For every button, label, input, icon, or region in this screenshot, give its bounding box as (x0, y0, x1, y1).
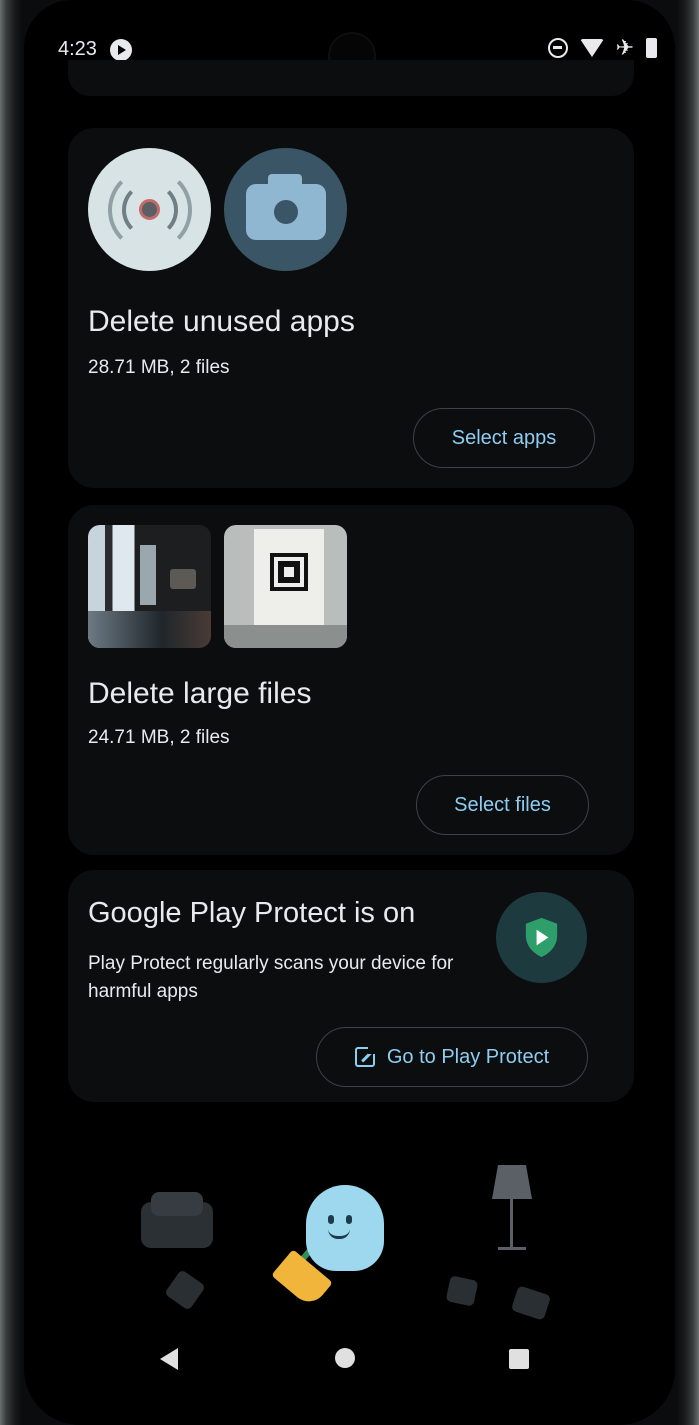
battery-icon (646, 38, 657, 58)
photo-thumbnail (224, 525, 347, 648)
home-button[interactable] (335, 1348, 355, 1368)
status-time: 4:23 (58, 38, 97, 60)
play-protect-card: Google Play Protect is on Play Protect r… (68, 870, 634, 1102)
select-files-button[interactable]: Select files (416, 775, 589, 835)
play-protect-shield-icon (496, 892, 587, 983)
card-description: Play Protect regularly scans your device… (88, 953, 454, 1002)
card-title: Delete unused apps (88, 305, 355, 338)
card-subtitle: 28.71 MB, 2 files (88, 357, 230, 378)
back-button[interactable] (160, 1348, 178, 1370)
button-label: Select files (454, 793, 551, 816)
button-label: Go to Play Protect (386, 1045, 550, 1068)
recents-button[interactable] (509, 1349, 529, 1369)
phone-frame: 4:23 ✈ Delete unused apps 28.71 MB, 2 fi… (0, 0, 699, 1425)
button-label: Select apps (451, 426, 557, 449)
open-in-new-icon (354, 1045, 377, 1067)
media-playing-icon (110, 39, 132, 61)
airplane-mode-icon: ✈ (615, 35, 634, 60)
clutter-icon (510, 1285, 552, 1321)
go-to-play-protect-button[interactable]: Go to Play Protect (316, 1027, 588, 1087)
photo-thumbnail (88, 525, 211, 648)
clutter-icon (164, 1269, 206, 1311)
status-icons: ✈ (547, 35, 657, 60)
clutter-icon (445, 1275, 479, 1307)
delete-large-files-card: Delete large files 24.71 MB, 2 files Sel… (68, 505, 634, 855)
wifi-icon (579, 39, 604, 57)
card-title: Google Play Protect is on (88, 897, 416, 929)
lamp-icon (492, 1165, 532, 1199)
lamp-base (498, 1247, 526, 1250)
camera-app-icon (224, 148, 347, 271)
sofa-icon (141, 1192, 213, 1248)
screen: 4:23 ✈ Delete unused apps 28.71 MB, 2 fi… (24, 0, 675, 1425)
cleanup-illustration (24, 1140, 675, 1321)
card-subtitle: 24.71 MB, 2 files (88, 727, 230, 748)
do-not-disturb-icon (547, 38, 568, 58)
delete-unused-apps-card: Delete unused apps 28.71 MB, 2 files Sel… (68, 128, 634, 488)
card-title: Delete large files (88, 677, 312, 710)
mascot-icon (306, 1185, 384, 1271)
previous-card-edge (68, 60, 634, 96)
navigation-bar (24, 1320, 675, 1400)
radio-app-icon (88, 148, 211, 271)
lamp-pole (510, 1199, 513, 1249)
select-apps-button[interactable]: Select apps (413, 408, 595, 468)
